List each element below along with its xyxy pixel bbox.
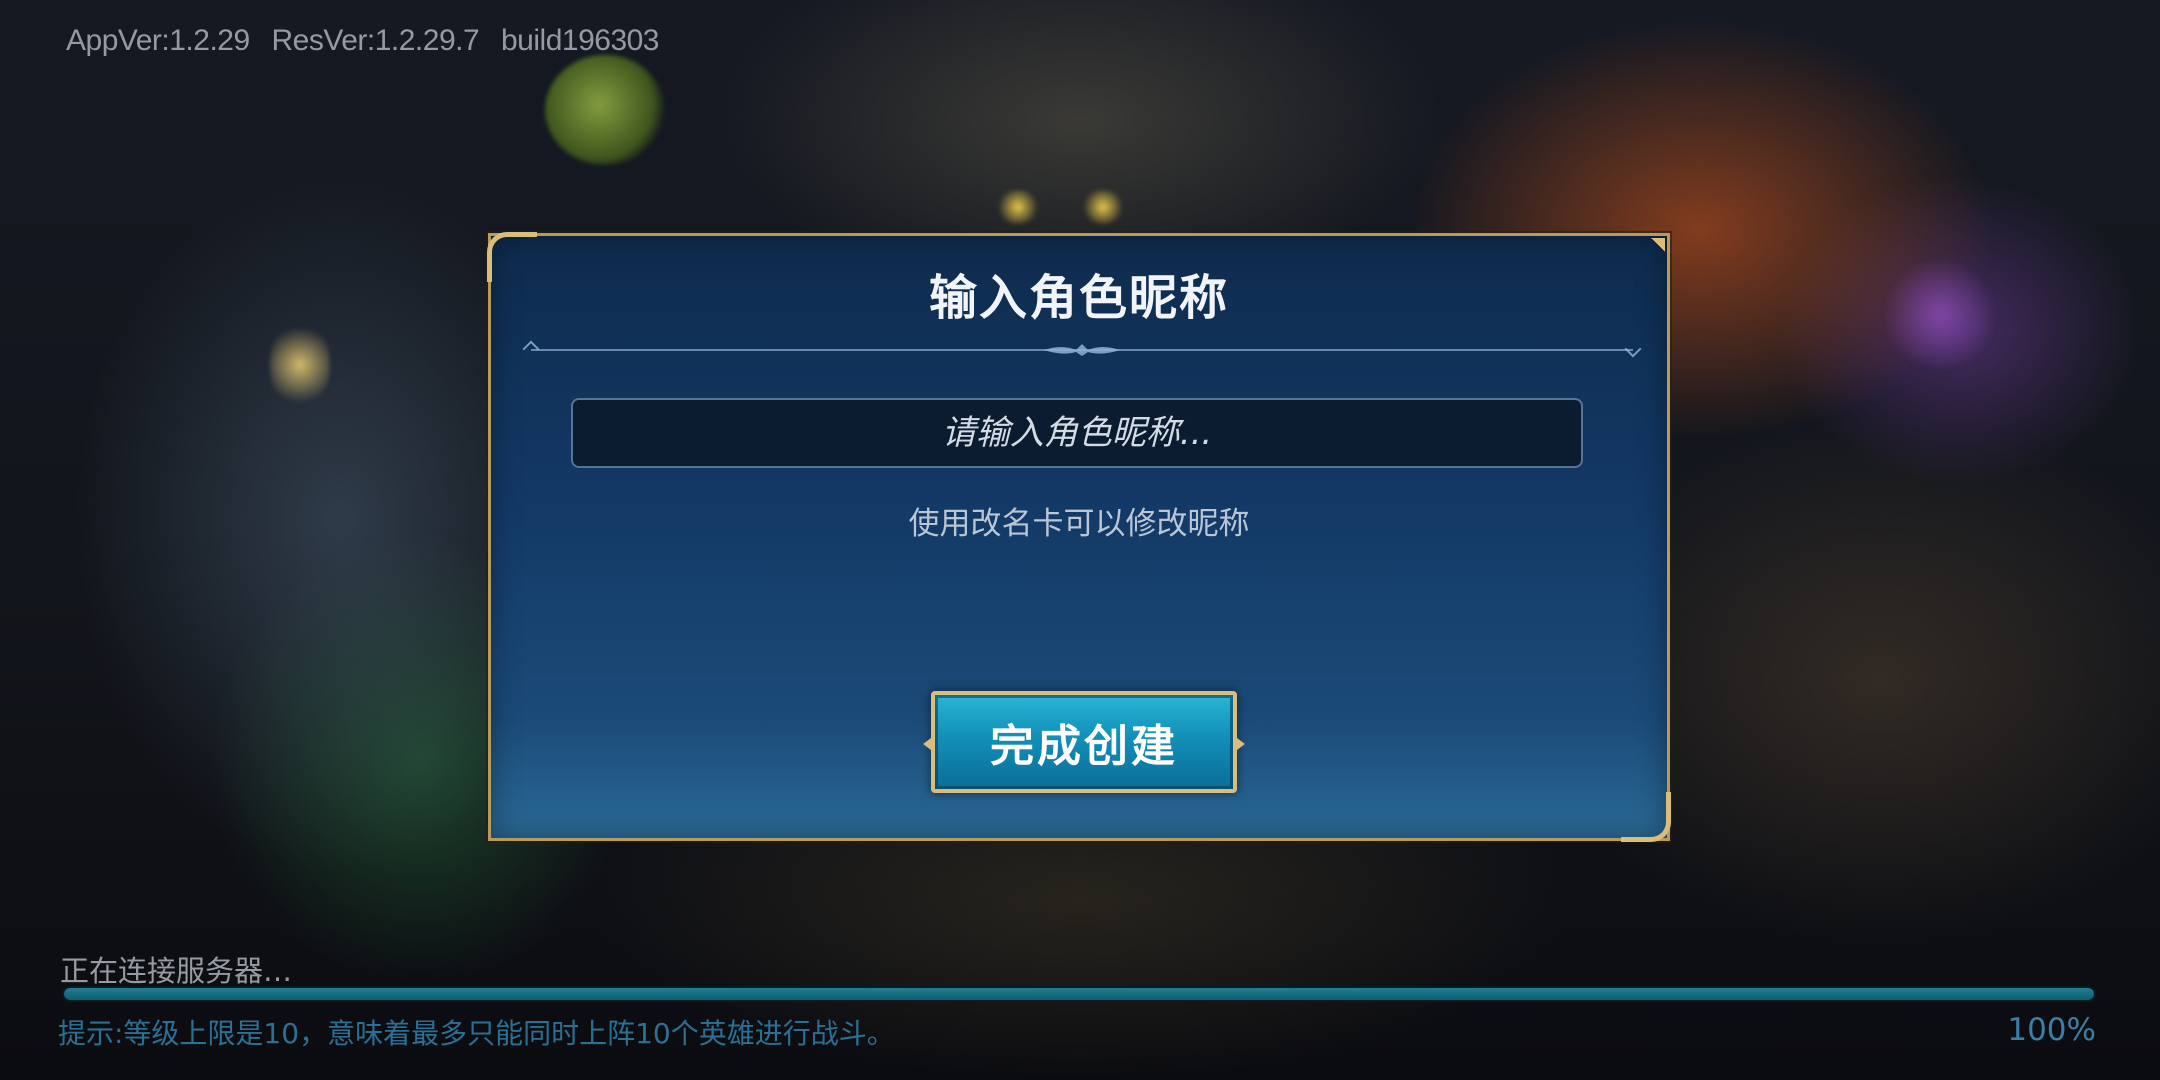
glowing-eye-decoration xyxy=(995,190,1041,224)
complete-creation-label: 完成创建 xyxy=(990,721,1178,772)
candle-glow-decoration xyxy=(270,320,330,410)
divider-ornament-icon xyxy=(1044,344,1120,356)
purple-glow-decoration xyxy=(1880,260,2000,370)
version-info: AppVer:1.2.29 ResVer:1.2.29.7 build19630… xyxy=(66,24,673,58)
title-divider xyxy=(521,340,1643,360)
corner-ornament xyxy=(1651,238,1665,252)
button-tip-ornament xyxy=(1233,735,1245,753)
dialog-title: 输入角色昵称 xyxy=(928,270,1229,326)
green-orb-decoration xyxy=(545,55,665,165)
app-version: AppVer:1.2.29 xyxy=(66,24,250,57)
loading-progress-bar xyxy=(62,986,2096,1002)
loading-progress-fill xyxy=(64,988,2094,1000)
create-nickname-dialog: 输入角色昵称 使用改名卡可以修改昵称 完成创建 xyxy=(487,232,1671,842)
loading-tip: 提示:等级上限是10，意味着最多只能同时上阵10个英雄进行战斗。 xyxy=(58,1017,895,1050)
build-number: build196303 xyxy=(501,24,660,57)
res-version: ResVer:1.2.29.7 xyxy=(271,24,480,57)
button-tip-ornament xyxy=(923,735,935,753)
loading-percent: 100% xyxy=(2007,1012,2096,1048)
rename-card-hint: 使用改名卡可以修改昵称 xyxy=(908,506,1250,542)
complete-creation-button[interactable]: 完成创建 xyxy=(923,691,1245,793)
connection-status: 正在连接服务器… xyxy=(60,954,293,988)
glowing-eye-decoration xyxy=(1080,190,1126,224)
nickname-input[interactable] xyxy=(571,398,1583,468)
corner-ornament xyxy=(1621,792,1671,842)
